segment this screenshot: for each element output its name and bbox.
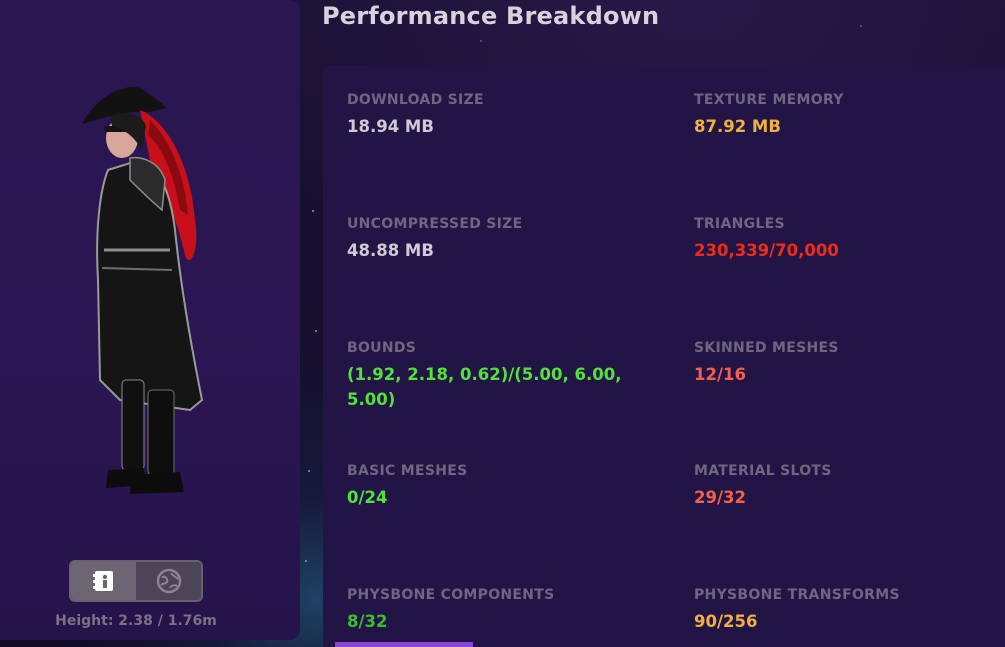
stat-value: 48.88 MB [347,241,434,260]
stat-value: 12/16 [694,365,746,384]
stat-label: MATERIAL SLOTS [694,463,832,479]
stat-physbone-components: PHYSBONE COMPONENTS 8/32 [347,587,667,634]
stat-download-size: DOWNLOAD SIZE 18.94 MB [347,92,667,139]
star [305,560,307,562]
avatar-height-label: Height: 2.38 / 1.76m [55,613,217,629]
stat-texture-memory: TEXTURE MEMORY 87.92 MB [694,92,1005,139]
globe-icon [156,568,181,594]
stat-label: SKINNED MESHES [694,340,839,356]
page-title: Performance Breakdown [322,2,660,30]
stat-value: 8/32 [347,612,388,631]
star [312,210,314,212]
view-mode-toggle[interactable] [69,560,203,602]
stat-value: 230,339/70,000 [694,241,839,260]
stat-label: BASIC MESHES [347,463,468,479]
stat-label: TRIANGLES [694,216,785,232]
stat-label: PHYSBONE TRANSFORMS [694,587,900,603]
stat-physbone-transforms: PHYSBONE TRANSFORMS 90/256 [694,587,1005,634]
stat-label: TEXTURE MEMORY [694,92,844,108]
stat-value: 18.94 MB [347,117,434,136]
stat-value: 0/24 [347,488,388,507]
performance-screen: Height: 2.38 / 1.76m Performance Breakdo… [0,0,1005,647]
stat-label: PHYSBONE COMPONENTS [347,587,555,603]
star [860,25,862,27]
star [308,470,310,472]
stat-basic-meshes: BASIC MESHES 0/24 [347,463,667,510]
info-view-button[interactable] [71,562,136,600]
star [315,330,317,332]
stat-material-slots: MATERIAL SLOTS 29/32 [694,463,1005,510]
stat-label: UNCOMPRESSED SIZE [347,216,523,232]
stat-label: DOWNLOAD SIZE [347,92,484,108]
stat-skinned-meshes: SKINNED MESHES 12/16 [694,340,1005,387]
stat-value: (1.92, 2.18, 0.62)/(5.00, 6.00, 5.00) [347,365,622,409]
stat-value: 29/32 [694,488,746,507]
star [480,40,482,42]
globe-view-button[interactable] [136,562,201,600]
stat-uncompressed-size: UNCOMPRESSED SIZE 48.88 MB [347,216,667,263]
avatar-preview-panel: Height: 2.38 / 1.76m [0,0,300,640]
performance-stats-card: DOWNLOAD SIZE 18.94 MB TEXTURE MEMORY 87… [323,65,1005,647]
avatar-model-image[interactable] [70,80,230,500]
stat-value: 87.92 MB [694,117,781,136]
stat-value: 90/256 [694,612,758,631]
stat-triangles: TRIANGLES 230,339/70,000 [694,216,1005,263]
tab-indicator [335,642,473,647]
stat-bounds: BOUNDS (1.92, 2.18, 0.62)/(5.00, 6.00, 5… [347,340,647,412]
info-card-icon [92,571,113,591]
stat-label: BOUNDS [347,340,417,356]
